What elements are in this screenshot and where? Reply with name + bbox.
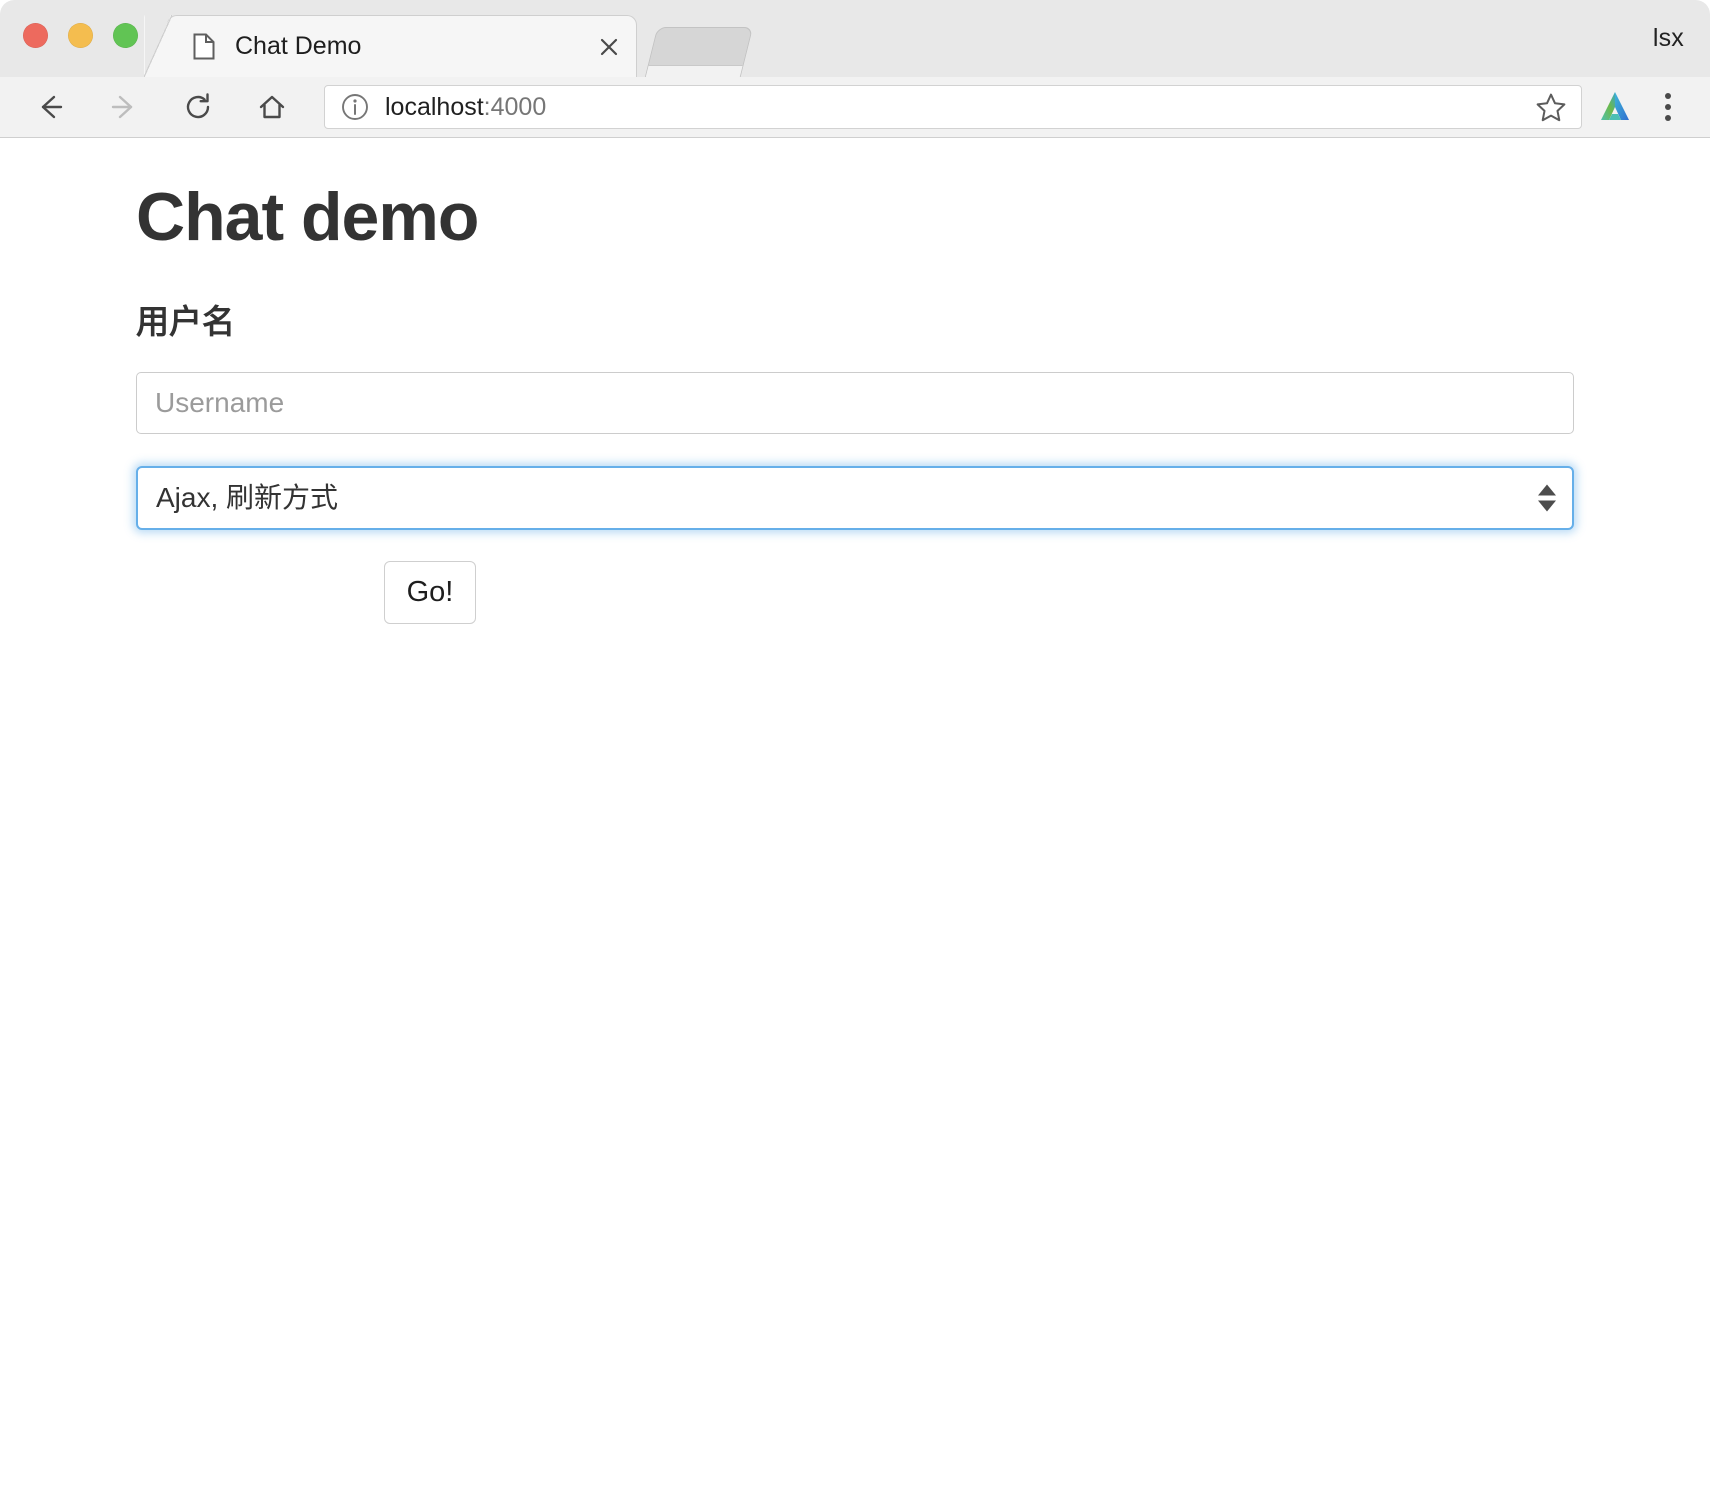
menu-dot-3 [1665,115,1671,121]
username-input[interactable] [136,371,1574,434]
tab-list: Chat Demo [144,15,754,77]
tab-title: Chat Demo [235,32,362,60]
browser-window: Chat Demo lsx localhost:4000 Chat demo 用… [0,0,1710,1500]
close-tab-button[interactable] [594,32,624,62]
page-title: Chat demo [136,179,479,255]
address-bar[interactable]: localhost:4000 [324,85,1582,129]
tab-background[interactable] [644,27,754,77]
url-text[interactable]: localhost:4000 [385,93,1535,122]
profile-name[interactable]: lsx [1653,24,1684,53]
method-select-wrapper: Ajax, 刷新方式 [136,465,1574,530]
page-content: Chat demo 用户名 Ajax, 刷新方式 Go! [0,138,1710,1500]
extension-icon[interactable] [1596,87,1636,127]
username-label: 用户名 [136,302,235,340]
method-select[interactable]: Ajax, 刷新方式 [136,465,1574,530]
tab-chat-demo[interactable]: Chat Demo [144,15,637,77]
browser-menu-button[interactable] [1648,85,1688,129]
back-button[interactable] [24,81,76,133]
minimize-window-button[interactable] [68,23,93,48]
bookmark-star-icon[interactable] [1535,91,1567,123]
menu-dot-2 [1665,104,1671,110]
reload-button[interactable] [172,81,224,133]
forward-button[interactable] [98,81,150,133]
close-window-button[interactable] [23,23,48,48]
window-controls [23,23,138,48]
page-document-icon [193,33,215,60]
browser-toolbar: localhost:4000 [0,77,1710,138]
url-port: :4000 [483,92,547,121]
go-button[interactable]: Go! [384,560,476,624]
tab-strip: Chat Demo lsx [0,0,1710,77]
menu-dot-1 [1665,93,1671,99]
maximize-window-button[interactable] [113,23,138,48]
info-circle-icon[interactable] [341,93,369,121]
home-button[interactable] [246,81,298,133]
tab-background-body [645,65,743,77]
url-host: localhost [385,92,484,121]
